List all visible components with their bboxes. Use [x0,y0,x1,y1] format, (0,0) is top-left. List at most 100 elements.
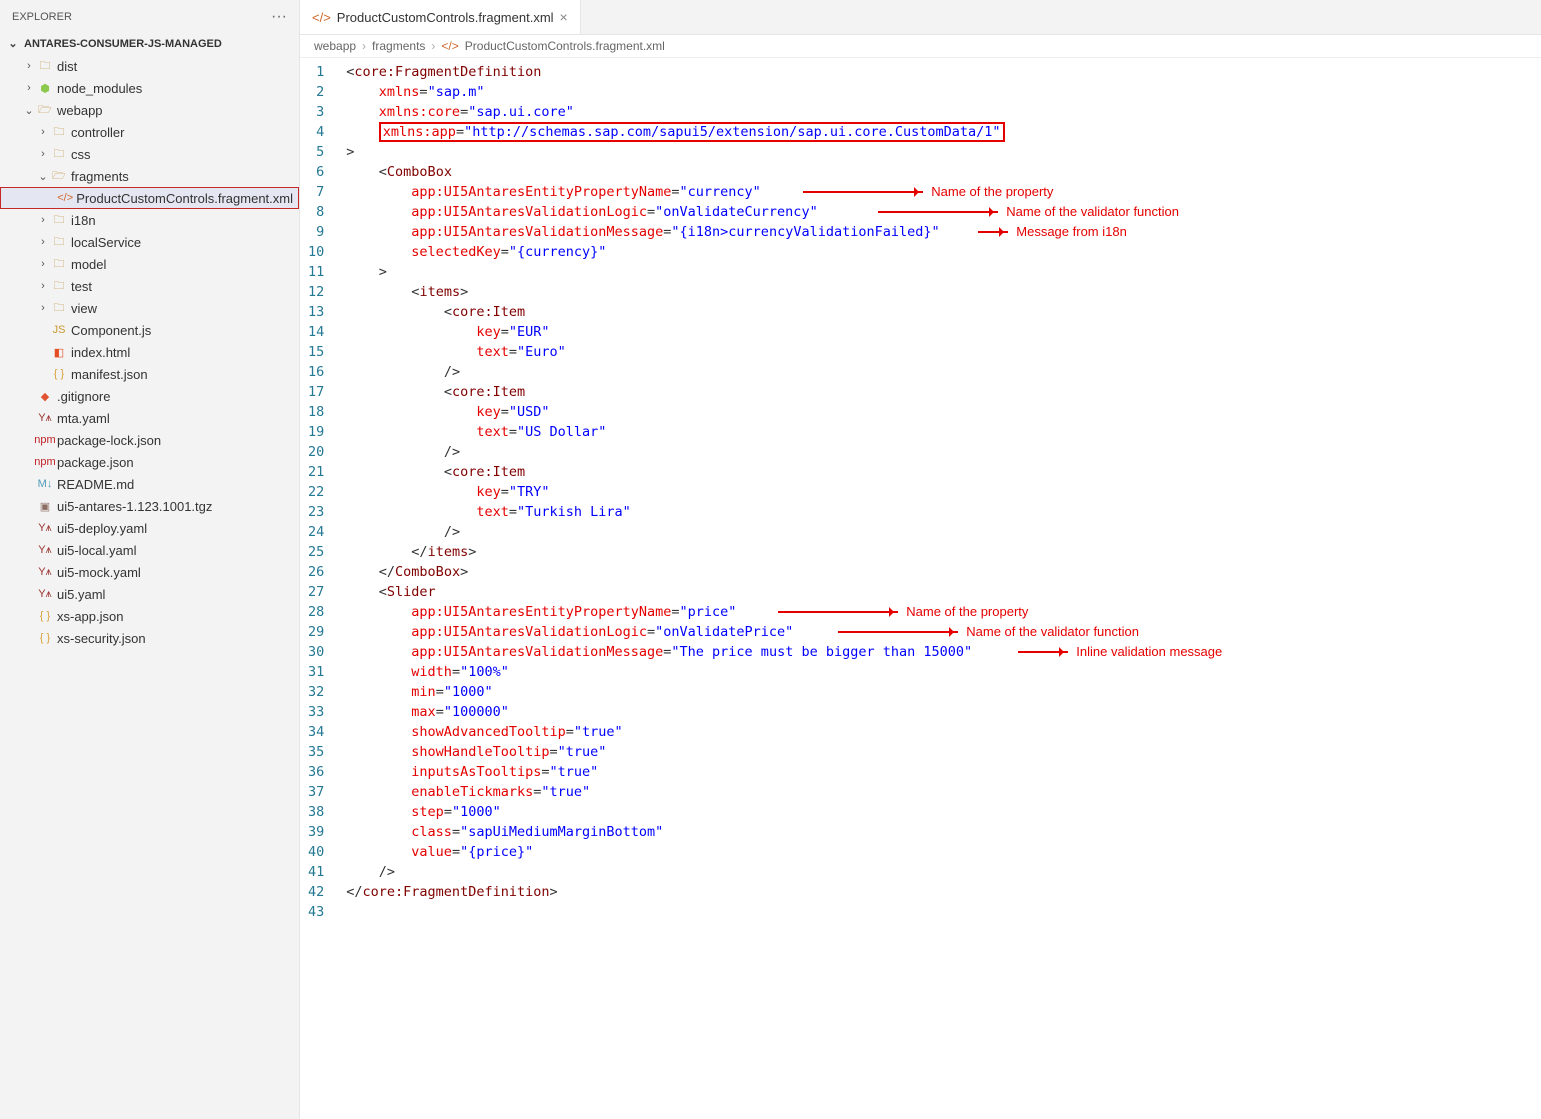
code-line[interactable]: text="Euro" [346,342,1004,362]
code-line[interactable]: /> [346,442,1004,462]
annotation-text: Inline validation message [1076,642,1222,662]
tab-active[interactable]: </> ProductCustomControls.fragment.xml × [300,0,581,34]
tree-item[interactable]: Y⩚ui5-local.yaml [0,539,299,561]
tree-item[interactable]: ◆.gitignore [0,385,299,407]
tree-item[interactable]: Y⩚ui5.yaml [0,583,299,605]
code-line[interactable]: </core:FragmentDefinition> [346,882,1004,902]
yaml-icon: Y⩚ [36,520,54,536]
code-line[interactable]: max="100000" [346,702,1004,722]
code-line[interactable]: <ComboBox [346,162,1004,182]
tree-item[interactable]: ›🗀localService [0,231,299,253]
tree-item[interactable]: Y⩚mta.yaml [0,407,299,429]
yaml-icon: Y⩚ [36,564,54,580]
annotation: Inline validation message [1018,642,1222,662]
code-line[interactable]: /> [346,522,1004,542]
code-line[interactable]: text="Turkish Lira" [346,502,1004,522]
code-content[interactable]: <core:FragmentDefinition xmlns="sap.m" x… [338,58,1012,1119]
code-line[interactable]: > [346,262,1004,282]
code-line[interactable]: </ComboBox> [346,562,1004,582]
tree-item[interactable]: npmpackage-lock.json [0,429,299,451]
breadcrumb-segment[interactable]: ProductCustomControls.fragment.xml [465,39,665,53]
code-line[interactable]: xmlns:app="http://schemas.sap.com/sapui5… [346,122,1004,142]
breadcrumb-segment[interactable]: webapp [314,39,356,53]
tree-item[interactable]: ›🗀i18n [0,209,299,231]
code-line[interactable]: xmlns="sap.m" [346,82,1004,102]
code-line[interactable]: key="EUR" [346,322,1004,342]
chevron-right-icon: › [362,39,366,53]
tree-item[interactable]: { }xs-security.json [0,627,299,649]
tree-item[interactable]: ⌄🗁fragments [0,165,299,187]
chevron-icon: › [36,280,50,292]
tree-item-label: index.html [71,345,130,360]
code-editor[interactable]: 1234567891011121314151617181920212223242… [300,58,1541,1119]
code-line[interactable]: > [346,142,1004,162]
code-line[interactable]: key="TRY" [346,482,1004,502]
code-line[interactable] [346,902,1004,922]
code-line[interactable]: showAdvancedTooltip="true" [346,722,1004,742]
code-line[interactable]: text="US Dollar" [346,422,1004,442]
folder-icon: 🗀 [50,124,68,140]
tree-item[interactable]: ›⬢node_modules [0,77,299,99]
yaml-icon: Y⩚ [36,542,54,558]
code-line[interactable]: <core:Item [346,382,1004,402]
code-line[interactable]: <items> [346,282,1004,302]
code-line[interactable]: selectedKey="{currency}" [346,242,1004,262]
tree-item[interactable]: Y⩚ui5-deploy.yaml [0,517,299,539]
tree-item-label: webapp [57,103,103,118]
git-icon: ◆ [36,388,54,404]
tree-item[interactable]: ◧index.html [0,341,299,363]
editor-tabs: </> ProductCustomControls.fragment.xml × [300,0,1541,35]
tree-item[interactable]: ▣ui5-antares-1.123.1001.tgz [0,495,299,517]
code-line[interactable]: app:UI5AntaresValidationMessage="{i18n>c… [346,222,1004,242]
tree-item[interactable]: npmpackage.json [0,451,299,473]
tree-item-label: css [71,147,91,162]
tree-item[interactable]: ›🗀css [0,143,299,165]
tree-item[interactable]: </>ProductCustomControls.fragment.xml [0,187,299,209]
tree-item[interactable]: Y⩚ui5-mock.yaml [0,561,299,583]
tree-item[interactable]: ›🗀controller [0,121,299,143]
code-line[interactable]: <core:Item [346,462,1004,482]
tree-item[interactable]: ⌄🗁webapp [0,99,299,121]
tab-label: ProductCustomControls.fragment.xml [337,10,554,25]
tree-item[interactable]: ›🗀view [0,297,299,319]
chevron-icon: › [36,148,50,160]
tree-item[interactable]: ›🗀test [0,275,299,297]
tree-item-label: node_modules [57,81,142,96]
project-root[interactable]: ⌄ ANTARES-CONSUMER-JS-MANAGED [0,34,299,53]
code-line[interactable]: key="USD" [346,402,1004,422]
tree-item[interactable]: ›🗀dist [0,55,299,77]
code-line[interactable]: showHandleTooltip="true" [346,742,1004,762]
code-line[interactable]: /> [346,862,1004,882]
tree-item[interactable]: { }manifest.json [0,363,299,385]
{}-icon: { } [36,630,54,646]
folder-icon: 🗀 [50,256,68,272]
code-line[interactable]: app:UI5AntaresValidationMessage="The pri… [346,642,1004,662]
code-line[interactable]: <core:Item [346,302,1004,322]
code-line[interactable]: inputsAsTooltips="true" [346,762,1004,782]
tree-item[interactable]: ›🗀model [0,253,299,275]
annotation-text: Name of the validator function [966,622,1139,642]
breadcrumb-segment[interactable]: fragments [372,39,425,53]
code-line[interactable]: xmlns:core="sap.ui.core" [346,102,1004,122]
chevron-icon: › [36,126,50,138]
code-line[interactable]: /> [346,362,1004,382]
breadcrumb[interactable]: webapp › fragments › </> ProductCustomCo… [300,35,1541,58]
tree-item[interactable]: JSComponent.js [0,319,299,341]
code-line[interactable]: enableTickmarks="true" [346,782,1004,802]
tree-item[interactable]: M↓README.md [0,473,299,495]
code-line[interactable]: </items> [346,542,1004,562]
code-line[interactable]: value="{price}" [346,842,1004,862]
close-icon[interactable]: × [560,9,568,25]
code-line[interactable]: class="sapUiMediumMarginBottom" [346,822,1004,842]
explorer-more-icon[interactable]: ··· [271,8,287,26]
explorer-title: EXPLORER [12,11,72,23]
code-line[interactable]: min="1000" [346,682,1004,702]
project-name: ANTARES-CONSUMER-JS-MANAGED [24,38,222,50]
code-line[interactable]: <Slider [346,582,1004,602]
tree-item[interactable]: { }xs-app.json [0,605,299,627]
code-line[interactable]: <core:FragmentDefinition [346,62,1004,82]
folder-open-icon: 🗁 [36,102,54,118]
code-line[interactable]: width="100%" [346,662,1004,682]
xml-icon: </> [57,190,73,206]
code-line[interactable]: step="1000" [346,802,1004,822]
